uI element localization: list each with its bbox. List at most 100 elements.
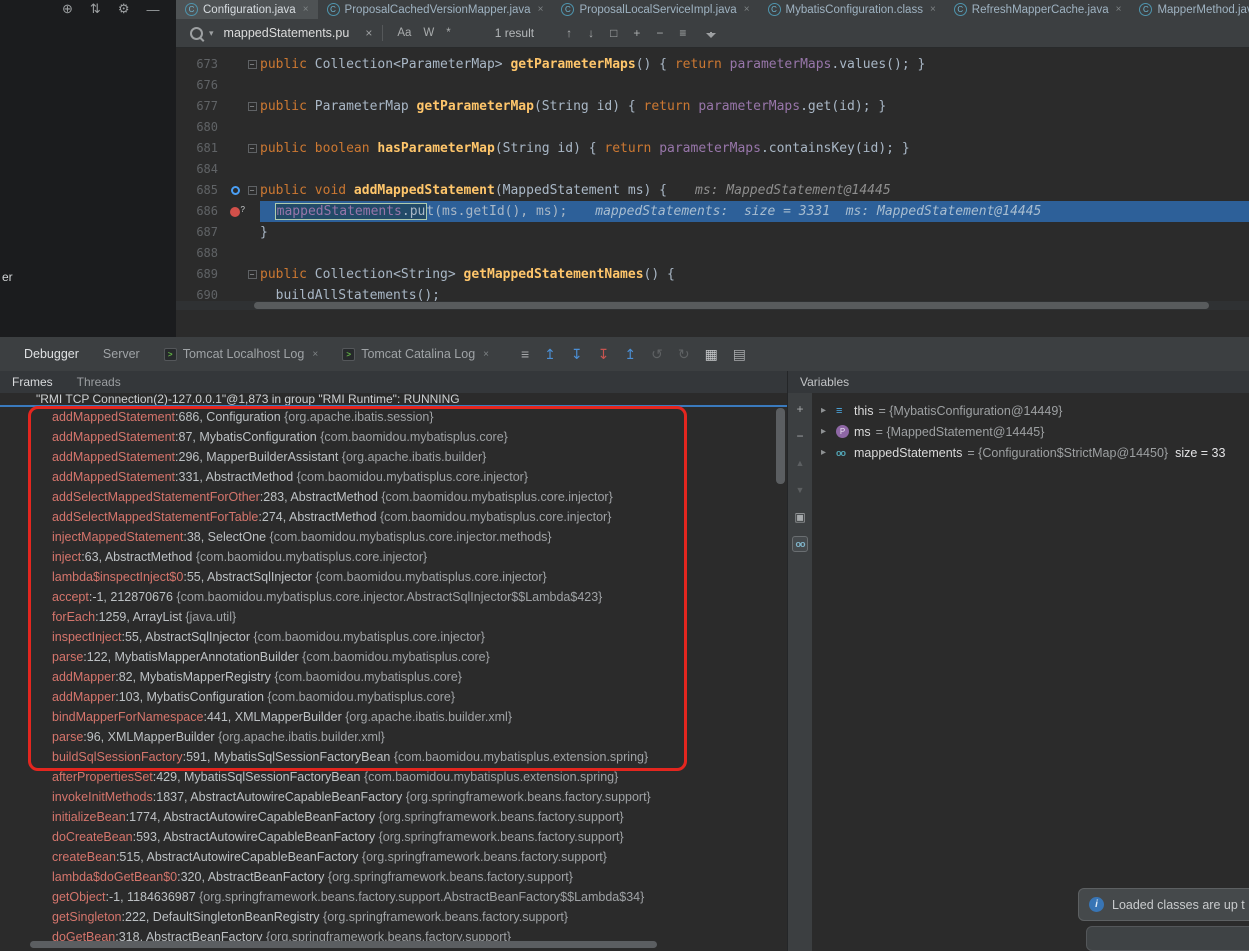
- editor-tab-mybatisconfiguration-class[interactable]: CMybatisConfiguration.class×: [759, 0, 945, 19]
- watchpoint-icon[interactable]: [231, 186, 240, 195]
- stack-frame[interactable]: addMappedStatement:331, AbstractMethod {…: [0, 467, 787, 487]
- stack-frame[interactable]: getObject:-1, 1184636987 {org.springfram…: [0, 887, 787, 907]
- stack-frame[interactable]: lambda$doGetBean$0:320, AbstractBeanFact…: [0, 867, 787, 887]
- move-up-icon[interactable]: ▲: [792, 455, 808, 471]
- settings-gear-icon[interactable]: ⚙: [118, 1, 130, 17]
- line-number[interactable]: 685: [176, 180, 226, 201]
- variable-row[interactable]: ▸Pms= {MappedStatement@14445}: [812, 421, 1249, 442]
- fold-icon[interactable]: −: [248, 144, 257, 153]
- chevron-right-icon[interactable]: ▸: [821, 447, 836, 458]
- line-number[interactable]: 684: [176, 159, 226, 180]
- stack-frame[interactable]: addMappedStatement:296, MapperBuilderAss…: [0, 447, 787, 467]
- add-watch-icon[interactable]: +: [792, 401, 808, 417]
- stack-frame[interactable]: accept:-1, 212870676 {com.baomidou.mybat…: [0, 587, 787, 607]
- line-number[interactable]: 676: [176, 75, 226, 96]
- thread-selector[interactable]: "RMI TCP Connection(2)-127.0.0.1"@1,873 …: [0, 393, 787, 407]
- close-icon[interactable]: ×: [312, 349, 318, 360]
- open-in-find-window-icon[interactable]: □: [610, 26, 617, 40]
- search-input[interactable]: mappedStatements.pu: [224, 26, 350, 40]
- close-icon[interactable]: ×: [1116, 4, 1122, 15]
- stack-frame[interactable]: createBean:515, AbstractAutowireCapableB…: [0, 847, 787, 867]
- stack-frame[interactable]: bindMapperForNamespace:441, XMLMapperBui…: [0, 707, 787, 727]
- clear-search-icon[interactable]: ×: [365, 26, 372, 40]
- grid-view-icon[interactable]: ▦: [705, 346, 718, 363]
- code-text[interactable]: public Collection<ParameterMap> getParam…: [260, 54, 1249, 75]
- code-text[interactable]: [260, 159, 1249, 180]
- code-text[interactable]: public void addMappedStatement(MappedSta…: [260, 180, 1249, 201]
- debug-tab-tomcat-catalina-log[interactable]: >Tomcat Catalina Log×: [330, 337, 501, 371]
- line-number[interactable]: 673: [176, 54, 226, 75]
- stack-frame[interactable]: addMapper:82, MybatisMapperRegistry {com…: [0, 667, 787, 687]
- close-icon[interactable]: ×: [930, 4, 936, 15]
- code-text[interactable]: [260, 75, 1249, 96]
- restart-icon[interactable]: ↺: [651, 346, 663, 363]
- stack-frame[interactable]: lambda$inspectInject$0:55, AbstractSqlIn…: [0, 567, 787, 587]
- notification-toast[interactable]: i Loaded classes are up t: [1078, 888, 1249, 921]
- code-text[interactable]: public ParameterMap getParameterMap(Stri…: [260, 96, 1249, 117]
- search-history-caret-icon[interactable]: ▾: [209, 28, 214, 39]
- remove-occurrence-icon[interactable]: −: [656, 26, 663, 40]
- minimize-icon[interactable]: —: [146, 2, 159, 17]
- stack-frame[interactable]: parse:122, MybatisMapperAnnotationBuilde…: [0, 647, 787, 667]
- breakpoint-icon[interactable]: [230, 207, 240, 217]
- line-number[interactable]: 677: [176, 96, 226, 117]
- debug-tab-tomcat-localhost-log[interactable]: >Tomcat Localhost Log×: [152, 337, 330, 371]
- editor-tab-refreshmappercache-java[interactable]: CRefreshMapperCache.java×: [945, 0, 1131, 19]
- match-case-toggle[interactable]: Aa: [397, 27, 411, 39]
- next-occurrence-icon[interactable]: ↓: [588, 26, 594, 40]
- notification-toast-secondary[interactable]: [1086, 926, 1249, 951]
- line-number[interactable]: 689: [176, 264, 226, 285]
- fold-icon[interactable]: −: [248, 102, 257, 111]
- fold-icon[interactable]: −: [248, 270, 257, 279]
- show-watches-icon[interactable]: oo: [792, 536, 808, 552]
- editor-tab-proposalcachedversionmapper-java[interactable]: CProposalCachedVersionMapper.java×: [318, 0, 553, 19]
- stack-frame[interactable]: addMappedStatement:87, MybatisConfigurat…: [0, 427, 787, 447]
- search-filter-icon[interactable]: [706, 27, 718, 39]
- code-text[interactable]: [260, 243, 1249, 264]
- prev-occurrence-icon[interactable]: ↑: [566, 26, 572, 40]
- variable-row[interactable]: ▸oomappedStatements= {Configuration$Stri…: [812, 442, 1249, 463]
- scroll-to-top-icon[interactable]: ↥: [544, 346, 556, 363]
- list-view-icon[interactable]: ▤: [733, 346, 746, 363]
- stack-frame[interactable]: afterPropertiesSet:429, MybatisSqlSessio…: [0, 767, 787, 787]
- line-number[interactable]: 686: [176, 201, 226, 222]
- line-number[interactable]: 688: [176, 243, 226, 264]
- stack-frame[interactable]: getSingleton:222, DefaultSingletonBeanRe…: [0, 907, 787, 927]
- close-icon[interactable]: ×: [303, 4, 309, 15]
- stack-frame[interactable]: addSelectMappedStatementForOther:283, Ab…: [0, 487, 787, 507]
- stack-frame[interactable]: parse:96, XMLMapperBuilder {org.apache.i…: [0, 727, 787, 747]
- code-text[interactable]: }: [260, 222, 1249, 243]
- debug-tab-server[interactable]: Server: [91, 337, 152, 371]
- browser-icon[interactable]: ⊕: [62, 1, 73, 17]
- code-editor[interactable]: 673−public Collection<ParameterMap> getP…: [176, 48, 1249, 337]
- rerun-icon[interactable]: ↻: [678, 346, 690, 363]
- close-icon[interactable]: ×: [744, 4, 750, 15]
- stack-frame[interactable]: forEach:1259, ArrayList {java.util}: [0, 607, 787, 627]
- stack-frame[interactable]: initializeBean:1774, AbstractAutowireCap…: [0, 807, 787, 827]
- fold-icon[interactable]: −: [248, 60, 257, 69]
- upload-log-icon[interactable]: ↥: [624, 346, 636, 363]
- stack-frame[interactable]: addSelectMappedStatementForTable:274, Ab…: [0, 507, 787, 527]
- download-log-icon[interactable]: ↧: [598, 346, 610, 363]
- stack-frame[interactable]: buildSqlSessionFactory:591, MybatisSqlSe…: [0, 747, 787, 767]
- line-number[interactable]: 680: [176, 117, 226, 138]
- move-down-icon[interactable]: ▼: [792, 482, 808, 498]
- variable-row[interactable]: ▸≡this= {MybatisConfiguration@14449}: [812, 400, 1249, 421]
- code-text[interactable]: [260, 117, 1249, 138]
- debug-tab-debugger[interactable]: Debugger: [12, 337, 91, 371]
- remove-watch-icon[interactable]: −: [792, 428, 808, 444]
- copy-value-icon[interactable]: ▣: [792, 509, 808, 525]
- tab-frames[interactable]: Frames: [12, 375, 53, 389]
- stack-frame[interactable]: inject:63, AbstractMethod {com.baomidou.…: [0, 547, 787, 567]
- line-number[interactable]: 687: [176, 222, 226, 243]
- scroll-to-bottom-icon[interactable]: ↧: [571, 346, 583, 363]
- add-occurrence-icon[interactable]: +: [633, 26, 640, 40]
- compare-icon[interactable]: ⇅: [90, 1, 101, 17]
- code-text[interactable]: public Collection<String> getMappedState…: [260, 264, 1249, 285]
- stack-frame[interactable]: addMappedStatement:686, Configuration {o…: [0, 407, 787, 427]
- layout-menu-icon[interactable]: ≡: [521, 346, 529, 362]
- close-icon[interactable]: ×: [538, 4, 544, 15]
- stack-frame[interactable]: invokeInitMethods:1837, AbstractAutowire…: [0, 787, 787, 807]
- fold-icon[interactable]: −: [248, 186, 257, 195]
- close-icon[interactable]: ×: [483, 349, 489, 360]
